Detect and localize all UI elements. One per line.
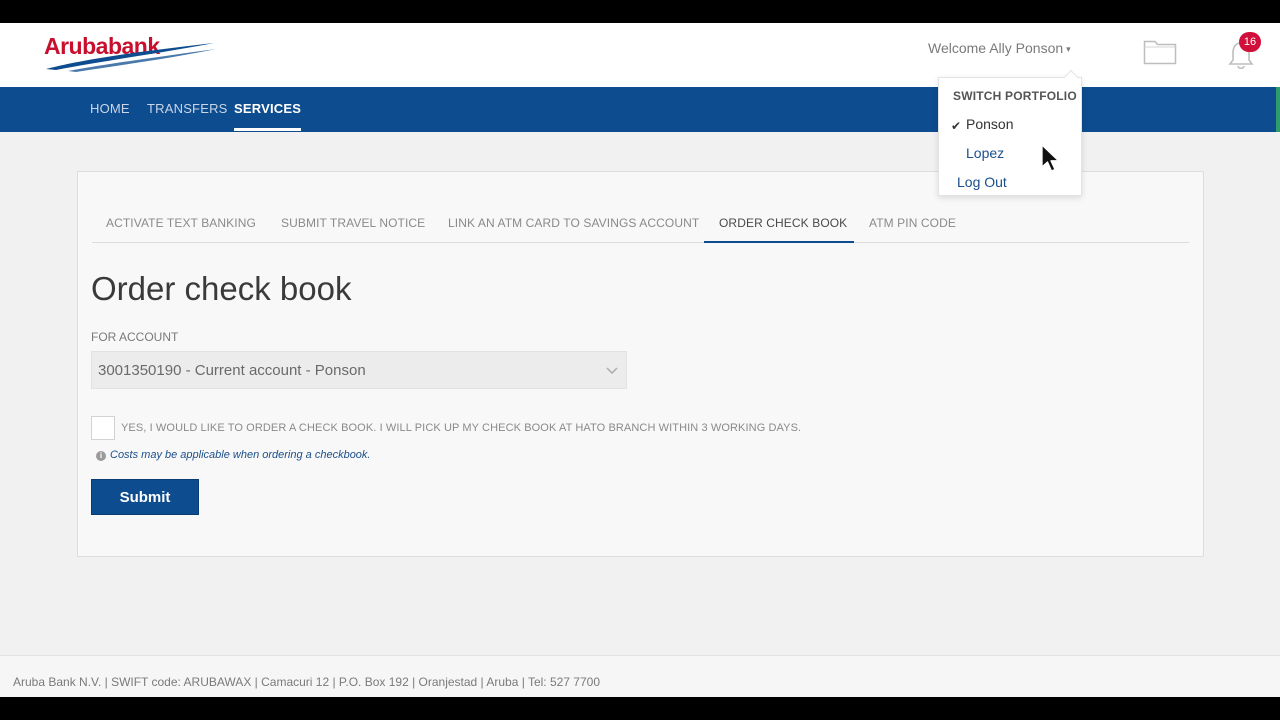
account-label: FOR ACCOUNT xyxy=(91,330,179,344)
account-select[interactable]: 3001350190 - Current account - Ponson xyxy=(91,351,627,389)
arubabank-logo[interactable]: Arubabank xyxy=(42,29,222,73)
main-nav: HOME TRANSFERS SERVICES xyxy=(0,87,1280,132)
caret-down-icon: ▾ xyxy=(1066,43,1071,54)
nav-transfers[interactable]: TRANSFERS xyxy=(147,101,228,116)
page-title: Order check book xyxy=(91,270,352,307)
tab-link-atm-card[interactable]: LINK AN ATM CARD TO SAVINGS ACCOUNT xyxy=(448,216,699,230)
info-icon: i xyxy=(96,451,106,461)
menu-item-ponson[interactable]: Ponson xyxy=(966,116,1013,132)
top-header: Arubabank Welcome Ally Ponson ▾ 16 xyxy=(0,23,1280,87)
confirm-checkbox-label[interactable]: YES, I WOULD LIKE TO ORDER A CHECK BOOK.… xyxy=(121,422,801,434)
switch-portfolio-header: SWITCH PORTFOLIO xyxy=(953,89,1077,103)
switch-portfolio-menu: SWITCH PORTFOLIO ✔ Ponson Lopez Log Out xyxy=(938,69,1082,196)
services-panel: ACTIVATE TEXT BANKING SUBMIT TRAVEL NOTI… xyxy=(77,171,1204,557)
tab-activate-text-banking[interactable]: ACTIVATE TEXT BANKING xyxy=(106,216,256,230)
cost-info-note: i Costs may be applicable when ordering a… xyxy=(96,449,370,461)
notification-badge: 16 xyxy=(1239,32,1261,52)
confirm-checkbox[interactable] xyxy=(91,416,115,440)
submit-button[interactable]: Submit xyxy=(91,479,199,515)
cursor-icon xyxy=(1041,144,1060,172)
chevron-down-icon xyxy=(606,367,618,374)
tab-order-check-book[interactable]: ORDER CHECK BOOK xyxy=(719,216,847,230)
tab-submit-travel-notice[interactable]: SUBMIT TRAVEL NOTICE xyxy=(281,216,425,230)
account-select-value: 3001350190 - Current account - Ponson xyxy=(98,362,366,379)
folder-icon[interactable] xyxy=(1143,37,1177,65)
nav-home[interactable]: HOME xyxy=(90,101,130,116)
checkmark-icon: ✔ xyxy=(951,119,962,133)
welcome-user-menu[interactable]: Welcome Ally Ponson ▾ xyxy=(928,40,1071,56)
page-footer: Aruba Bank N.V. | SWIFT code: ARUBAWAX |… xyxy=(0,655,1280,697)
notifications-button[interactable]: 16 xyxy=(1227,32,1263,70)
nav-edge-accent xyxy=(1276,87,1280,132)
menu-item-log-out[interactable]: Log Out xyxy=(957,174,1007,190)
app-window: Arubabank Welcome Ally Ponson ▾ 16 HOME T… xyxy=(0,23,1280,697)
nav-services[interactable]: SERVICES xyxy=(234,101,302,131)
active-tab-indicator xyxy=(704,241,854,243)
footer-text: Aruba Bank N.V. | SWIFT code: ARUBAWAX |… xyxy=(13,675,600,689)
info-note-text: Costs may be applicable when ordering a … xyxy=(110,449,371,461)
menu-item-lopez[interactable]: Lopez xyxy=(966,145,1004,161)
tab-atm-pin-code[interactable]: ATM PIN CODE xyxy=(869,216,956,230)
welcome-text: Welcome Ally Ponson xyxy=(928,40,1064,56)
